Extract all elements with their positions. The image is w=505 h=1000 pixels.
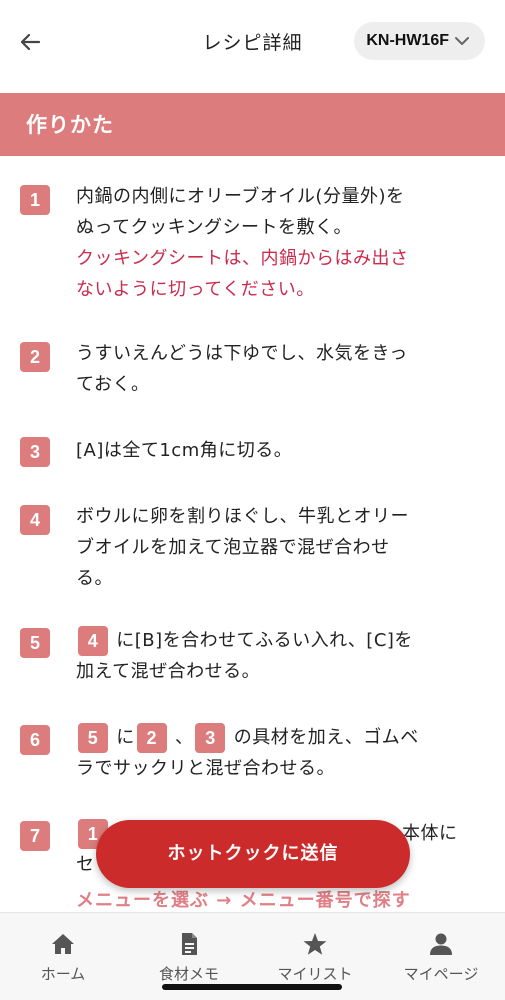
step-text: [A]は全て1cm角に切る。	[76, 435, 476, 466]
step-number: 5	[20, 628, 50, 658]
header: レシピ詳細 KN-HW16F	[0, 0, 505, 84]
step-text: ボウルに卵を割りほぐし、牛乳とオリー ブオイルを加えて泡立器で混ぜ合わせ る。	[76, 501, 476, 594]
step-text: うすいえんどうは下ゆでし、水気をきっ ておく。	[76, 338, 476, 400]
step-line: ラでサックリと混ぜ合わせる。	[76, 758, 335, 779]
step-line-text: 本体に	[402, 823, 458, 844]
tab-label: マイリスト	[277, 965, 353, 983]
step-number: 7	[20, 821, 50, 851]
home-indicator	[162, 984, 342, 990]
step-reference[interactable]: 3	[195, 723, 226, 753]
tab-label: マイページ	[403, 965, 479, 983]
step-line: 加えて混ぜ合わせる。	[76, 661, 261, 682]
section-header: 作りかた	[0, 93, 505, 156]
step-reference[interactable]: 4	[78, 626, 108, 656]
step-warning: クッキングシートは、内鍋からはみ出さ	[76, 248, 409, 269]
tab-my-page[interactable]: マイページ	[378, 913, 504, 1000]
step-reference[interactable]: 2	[136, 723, 167, 753]
step-text: 4 に[B]を合わせてふるい入れ、[C]を 加えて混ぜ合わせる。	[76, 625, 476, 687]
step-line-text: に	[116, 727, 135, 748]
step-text: 5 に2 、 3 の具材を加え、ゴムベ ラでサックリと混ぜ合わせる。	[76, 722, 476, 784]
step-line: ておく。	[76, 374, 150, 395]
home-icon	[52, 934, 74, 954]
step-line: [A]は全て1cm角に切る。	[76, 440, 293, 461]
step-number: 2	[20, 342, 50, 372]
model-label: KN-HW16F	[366, 32, 449, 49]
step-warning: ないように切ってください。	[76, 279, 315, 300]
model-selector[interactable]: KN-HW16F	[354, 22, 485, 60]
step-line: ブオイルを加えて泡立器で混ぜ合わせ	[76, 537, 390, 558]
step-line-text: の具材を加え、ゴムベ	[233, 727, 419, 748]
step-line-text: に[B]を合わせてふるい入れ、[C]を	[116, 630, 413, 651]
person-icon	[430, 933, 452, 955]
step-line: 4 に[B]を合わせてふるい入れ、[C]を	[76, 625, 476, 656]
tab-label: 食材メモ	[158, 965, 219, 983]
send-to-hotcook-button[interactable]: ホットクックに送信	[96, 820, 410, 888]
chevron-down-icon	[455, 37, 469, 45]
step-line-text: 、	[174, 727, 194, 748]
step-number: 3	[20, 437, 50, 467]
menu-search-link[interactable]: メニューを選ぶ → メニュー番号で探す	[76, 886, 411, 912]
step-text: 内鍋の内側にオリーブオイル(分量外)を ぬってクッキングシートを敷く。 クッキン…	[76, 181, 476, 305]
step-number: 4	[20, 505, 50, 535]
step-line: る。	[76, 568, 113, 589]
section-title: 作りかた	[26, 113, 114, 137]
document-icon	[182, 933, 197, 955]
step-reference[interactable]: 5	[78, 723, 108, 753]
step-line: 内鍋の内側にオリーブオイル(分量外)を	[76, 186, 405, 207]
step-number: 6	[20, 725, 50, 755]
step-line: うすいえんどうは下ゆでし、水気をきっ	[76, 343, 408, 364]
step-number: 1	[20, 185, 50, 215]
tab-label: ホーム	[40, 965, 86, 983]
step-line: 5 に2 、 3 の具材を加え、ゴムベ	[76, 722, 476, 753]
step-line: ぬってクッキングシートを敷く。	[76, 217, 353, 238]
tab-home[interactable]: ホーム	[0, 913, 126, 1000]
step-line: ボウルに卵を割りほぐし、牛乳とオリー	[76, 506, 409, 527]
star-icon	[303, 933, 327, 955]
